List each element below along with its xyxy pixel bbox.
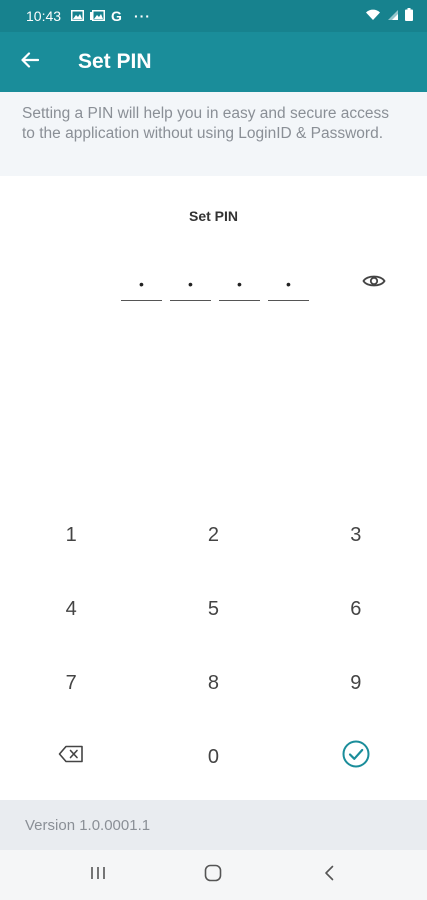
gallery-icon xyxy=(71,8,85,24)
status-time: 10:43 xyxy=(26,8,62,24)
key-label: 2 xyxy=(207,523,220,546)
system-nav-bar xyxy=(0,850,427,900)
home-icon xyxy=(204,864,222,887)
recent-apps-icon xyxy=(90,866,106,885)
backspace-icon xyxy=(58,745,84,769)
keypad-row: 1 2 3 xyxy=(0,498,427,572)
pin-digit-4[interactable]: • xyxy=(268,268,309,301)
back-button[interactable] xyxy=(0,32,60,92)
key-0[interactable]: 0 xyxy=(142,720,284,794)
numeric-keypad: 1 2 3 4 5 6 7 8 9 0 xyxy=(0,498,427,794)
key-label: 6 xyxy=(350,597,362,620)
page-title: Set PIN xyxy=(78,50,152,73)
version-label: Version 1.0.0001.1 xyxy=(25,816,151,834)
key-label: 7 xyxy=(65,671,77,694)
nav-back-button[interactable] xyxy=(299,855,359,895)
pin-digit-3[interactable]: • xyxy=(219,268,260,301)
key-label: 9 xyxy=(350,671,362,694)
backspace-button[interactable] xyxy=(0,720,142,794)
show-pin-toggle[interactable] xyxy=(360,271,388,295)
photos-icon xyxy=(90,8,106,24)
app-bar: Set PIN xyxy=(0,32,427,92)
check-circle-icon xyxy=(342,740,370,774)
version-footer: Version 1.0.0001.1 xyxy=(0,800,427,850)
keypad-row: 7 8 9 xyxy=(0,646,427,720)
more-notifications-icon: ··· xyxy=(133,8,151,24)
key-6[interactable]: 6 xyxy=(285,572,427,646)
eye-icon xyxy=(362,273,386,294)
pin-entry[interactable]: • • • • xyxy=(121,268,309,301)
key-4[interactable]: 4 xyxy=(0,572,142,646)
key-1[interactable]: 1 xyxy=(0,498,142,572)
key-2[interactable]: 2 xyxy=(142,498,284,572)
submit-button[interactable] xyxy=(285,720,427,794)
key-label: 3 xyxy=(350,523,362,546)
keypad-row: 4 5 6 xyxy=(0,572,427,646)
signal-icon xyxy=(387,8,399,24)
key-label: 5 xyxy=(207,597,220,620)
key-7[interactable]: 7 xyxy=(0,646,142,720)
pin-label: Set PIN xyxy=(188,208,238,224)
battery-icon xyxy=(405,8,413,24)
key-9[interactable]: 9 xyxy=(285,646,427,720)
keypad-row: 0 xyxy=(0,720,427,794)
key-8[interactable]: 8 xyxy=(142,646,284,720)
key-label: 8 xyxy=(207,671,220,694)
google-icon: G xyxy=(111,8,122,24)
info-banner: Setting a PIN will help you in easy and … xyxy=(0,92,427,176)
arrow-back-icon xyxy=(21,51,40,73)
home-button[interactable] xyxy=(183,855,243,895)
wifi-icon xyxy=(365,8,381,24)
key-5[interactable]: 5 xyxy=(142,572,284,646)
chevron-left-icon xyxy=(324,865,334,886)
key-label: 0 xyxy=(207,745,220,768)
pin-digit-1[interactable]: • xyxy=(121,268,162,301)
recent-apps-button[interactable] xyxy=(68,855,128,895)
status-bar: 10:43 G ··· xyxy=(0,0,427,32)
pin-digit-2[interactable]: • xyxy=(170,268,211,301)
key-label: 4 xyxy=(65,597,77,620)
key-label: 1 xyxy=(65,523,77,546)
key-3[interactable]: 3 xyxy=(285,498,427,572)
